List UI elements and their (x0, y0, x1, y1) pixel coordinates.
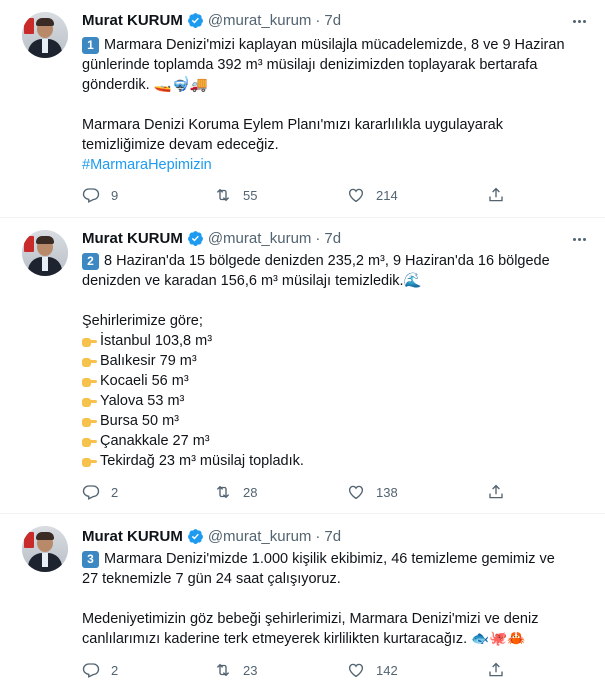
verified-icon (187, 230, 203, 246)
number-badge: 3 (82, 550, 99, 568)
reply-button[interactable]: 9 (82, 185, 118, 205)
text-line: gönderdik. 🚤🤿🚚 (82, 77, 208, 93)
text-line: 27 teknemizle 7 gün 24 saat çalışıyoruz. (82, 571, 341, 587)
separator-dot: · (315, 527, 321, 545)
like-icon (348, 663, 364, 678)
avatar[interactable] (22, 230, 68, 276)
city-line: Tekirdağ 23 m³ müsilaj topladık. (82, 451, 572, 471)
point-right-icon (82, 355, 97, 368)
retweet-button[interactable]: 23 (214, 660, 257, 680)
avatar[interactable] (22, 526, 68, 572)
reply-count: 9 (111, 187, 119, 203)
point-right-icon (82, 455, 97, 468)
tweet-header: Murat KURUM @murat_kurum · 7d (82, 10, 341, 30)
city-line: Kocaeli 56 m³ (82, 371, 572, 391)
retweet-count: 28 (243, 484, 258, 500)
retweet-button[interactable]: 55 (214, 185, 257, 205)
city-line: Balıkesir 79 m³ (82, 351, 572, 371)
text-line: Medeniyetimizin göz bebeği şehirlerimizi… (82, 611, 539, 627)
share-button[interactable] (487, 185, 516, 205)
number-badge: 1 (82, 36, 99, 54)
reply-button[interactable]: 2 (82, 482, 118, 502)
share-icon (489, 484, 503, 499)
city-line: Çanakkale 27 m³ (82, 431, 572, 451)
author-handle[interactable]: @murat_kurum (208, 12, 312, 29)
tweet-3[interactable]: Murat KURUM @murat_kurum · 7d 3 Marmara D… (0, 514, 605, 688)
retweet-count: 55 (243, 187, 258, 203)
share-button[interactable] (487, 482, 516, 502)
verified-icon (187, 12, 203, 28)
avatar[interactable] (22, 12, 68, 58)
like-icon (348, 485, 364, 500)
timestamp[interactable]: 7d (324, 528, 341, 545)
text-line: Marmara Denizi Koruma Eylem Planı'mızı k… (82, 117, 503, 133)
tweet-1[interactable]: Murat KURUM @murat_kurum · 7d 1 Marmara D… (0, 0, 605, 205)
like-button[interactable]: 138 (347, 482, 398, 502)
point-right-icon (82, 335, 97, 348)
reply-button[interactable]: 2 (82, 660, 118, 680)
text-line: canlılarımızı kaderine terk etmeyerek ki… (82, 631, 526, 647)
share-icon (489, 187, 503, 202)
city-line: Yalova 53 m³ (82, 391, 572, 411)
tweet-actions: 2 23 142 (82, 660, 522, 680)
text-line: 28 Haziran'da 15 bölgede denizden 235,2 … (82, 251, 572, 271)
city-line: İstanbul 103,8 m³ (82, 331, 572, 351)
tweet-actions: 2 28 138 (82, 482, 522, 502)
more-icon[interactable] (570, 230, 588, 248)
tweet-text: 1 Marmara Denizi'mizi kaplayan müsilajla … (82, 35, 572, 175)
retweet-icon (216, 663, 230, 677)
like-icon (348, 188, 364, 203)
retweet-count: 23 (243, 662, 258, 678)
like-count: 142 (376, 662, 398, 678)
share-button[interactable] (487, 660, 516, 680)
separator-dot: · (315, 229, 321, 247)
text-line: Şehirlerimize göre; (82, 313, 203, 329)
hashtag-link[interactable]: #MarmaraHepimizin (82, 155, 572, 175)
timestamp[interactable]: 7d (324, 230, 341, 247)
point-right-icon (82, 375, 97, 388)
timeline: Murat KURUM @murat_kurum · 7d 1 Marmara D… (0, 0, 605, 688)
retweet-icon (216, 485, 230, 499)
reply-icon (82, 663, 100, 678)
reply-icon (82, 188, 100, 203)
reply-icon (82, 485, 100, 500)
separator-dot: · (315, 11, 321, 29)
tweet-text: 28 Haziran'da 15 bölgede denizden 235,2 … (82, 251, 572, 471)
point-right-icon (82, 435, 97, 448)
number-badge: 2 (82, 252, 99, 270)
text-line: temizliğimize devam edeceğiz. (82, 137, 279, 153)
text-line: günlerinde toplamda 392 m³ müsilajı deni… (82, 57, 538, 73)
share-icon (489, 662, 503, 677)
tweet-header: Murat KURUM @murat_kurum · 7d (82, 526, 341, 546)
tweet-header: Murat KURUM @murat_kurum · 7d (82, 228, 341, 248)
like-button[interactable]: 142 (347, 660, 398, 680)
text-line: denizden ve karadan 156,6 m³ müsilajı te… (82, 273, 422, 289)
author-name[interactable]: Murat KURUM (82, 230, 183, 247)
text-line: 1 Marmara Denizi'mizi kaplayan müsilajla … (82, 35, 572, 55)
more-icon[interactable] (570, 12, 588, 30)
retweet-icon (216, 188, 230, 202)
timestamp[interactable]: 7d (324, 12, 341, 29)
tweet-2[interactable]: Murat KURUM @murat_kurum · 7d 28 Haziran… (0, 218, 605, 508)
verified-icon (187, 528, 203, 544)
author-handle[interactable]: @murat_kurum (208, 528, 312, 545)
reply-count: 2 (111, 484, 119, 500)
like-button[interactable]: 214 (347, 185, 398, 205)
tweet-text: 3 Marmara Denizi'mizde 1.000 kişilik ekib… (82, 549, 572, 649)
retweet-button[interactable]: 28 (214, 482, 257, 502)
reply-count: 2 (111, 662, 119, 678)
tweet-actions: 9 55 214 (82, 185, 522, 205)
author-handle[interactable]: @murat_kurum (208, 230, 312, 247)
city-line: Bursa 50 m³ (82, 411, 572, 431)
like-count: 214 (376, 187, 398, 203)
author-name[interactable]: Murat KURUM (82, 12, 183, 29)
author-name[interactable]: Murat KURUM (82, 528, 183, 545)
text-line: 3 Marmara Denizi'mizde 1.000 kişilik ekib… (82, 549, 572, 569)
like-count: 138 (376, 484, 398, 500)
point-right-icon (82, 395, 97, 408)
point-right-icon (82, 415, 97, 428)
